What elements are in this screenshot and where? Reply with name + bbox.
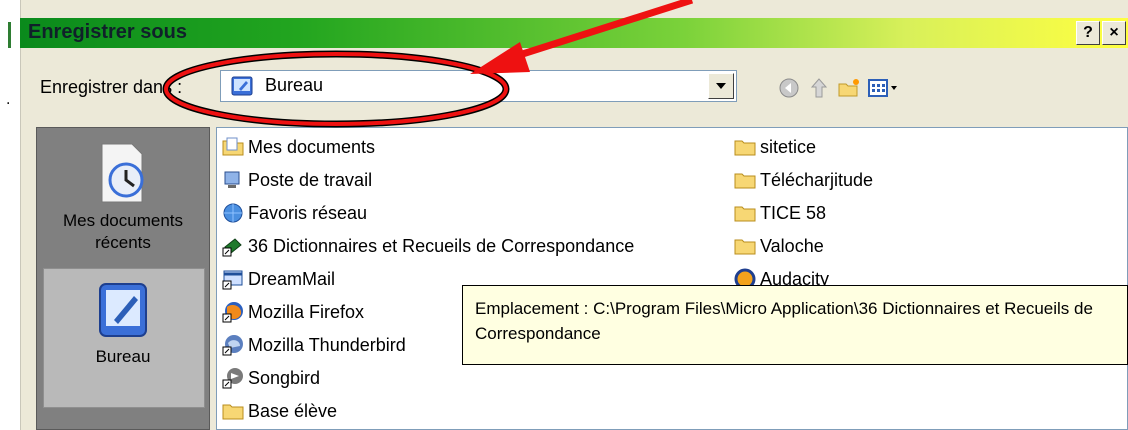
file-name: sitetice bbox=[760, 136, 817, 157]
network-places-icon bbox=[223, 203, 243, 223]
view-menu-icon bbox=[868, 79, 897, 97]
desktop-icon bbox=[231, 76, 253, 96]
file-name: Poste de travail bbox=[248, 169, 373, 190]
songbird-shortcut-icon bbox=[222, 368, 243, 389]
file-item[interactable]: Mozilla Firefox bbox=[222, 298, 364, 326]
file-item[interactable]: Mozilla Thunderbird bbox=[222, 331, 406, 359]
save-in-label: Enregistrer dans : bbox=[40, 77, 183, 97]
folder-icon bbox=[734, 140, 756, 156]
file-name: Télécharjitude bbox=[760, 169, 874, 190]
place-label: Bureau bbox=[95, 347, 151, 366]
file-name: DreamMail bbox=[248, 268, 336, 289]
dialog-title: Enregistrer sous bbox=[28, 21, 187, 43]
file-name: Mes documents bbox=[248, 136, 376, 157]
window-edge-marker bbox=[8, 22, 11, 48]
place-recent-documents[interactable]: Mes documents récents bbox=[37, 140, 209, 254]
folder-icon bbox=[734, 206, 756, 222]
desktop-icon bbox=[99, 283, 147, 337]
new-folder-icon bbox=[838, 79, 859, 97]
new-folder-button[interactable] bbox=[836, 76, 862, 100]
file-item[interactable]: Favoris réseau bbox=[222, 199, 367, 227]
file-item[interactable]: Télécharjitude bbox=[734, 166, 873, 194]
file-item[interactable]: DreamMail bbox=[222, 265, 335, 293]
back-arrow-icon bbox=[779, 78, 799, 98]
view-menu-button[interactable] bbox=[866, 76, 902, 100]
save-in-combobox[interactable]: Bureau bbox=[220, 70, 737, 102]
up-folder-icon bbox=[810, 78, 828, 98]
file-name: TICE 58 bbox=[760, 202, 827, 223]
tooltip-line-2: Correspondance bbox=[475, 324, 601, 343]
folder-icon bbox=[222, 404, 244, 420]
location-tooltip: Emplacement : C:\Program Files\Micro App… bbox=[462, 285, 1128, 365]
file-item[interactable]: TICE 58 bbox=[734, 199, 826, 227]
place-desktop[interactable]: Bureau bbox=[37, 278, 209, 368]
file-name: Songbird bbox=[248, 367, 321, 388]
file-name: Mozilla Firefox bbox=[248, 301, 365, 322]
up-folder-button[interactable] bbox=[806, 76, 832, 100]
dialog-titlebar[interactable]: Enregistrer sous ? × bbox=[20, 18, 1128, 48]
file-name: Mozilla Thunderbird bbox=[248, 334, 406, 355]
dreammail-shortcut-icon bbox=[222, 270, 243, 290]
save-in-value: Bureau bbox=[265, 75, 324, 95]
back-button[interactable] bbox=[776, 76, 802, 100]
file-item[interactable]: Songbird bbox=[222, 364, 320, 392]
dictionary-shortcut-icon bbox=[222, 238, 242, 257]
my-computer-icon bbox=[224, 171, 240, 188]
background-text-fragment: . bbox=[6, 92, 11, 108]
file-name: Favoris réseau bbox=[248, 202, 368, 223]
thunderbird-shortcut-icon bbox=[222, 335, 243, 356]
file-list[interactable]: Mes documents Poste de travail Favoris rés… bbox=[216, 127, 1128, 430]
file-item[interactable]: 36 Dictionnaires et Recueils de Correspo… bbox=[222, 232, 634, 260]
file-item[interactable]: Poste de travail bbox=[222, 166, 372, 194]
folder-icon bbox=[734, 239, 756, 255]
firefox-shortcut-icon bbox=[222, 302, 243, 323]
place-label: Mes documents récents bbox=[63, 211, 183, 252]
folder-icon bbox=[734, 173, 756, 189]
file-name: 36 Dictionnaires et Recueils de Correspo… bbox=[248, 235, 635, 256]
places-bar: Mes documents récents Bureau bbox=[36, 127, 210, 430]
file-item[interactable]: Mes documents bbox=[222, 133, 375, 161]
close-button[interactable]: × bbox=[1102, 21, 1126, 45]
tooltip-line-1: Emplacement : C:\Program Files\Micro App… bbox=[475, 299, 1093, 318]
file-item[interactable]: Valoche bbox=[734, 232, 824, 260]
combobox-dropdown-button[interactable] bbox=[708, 73, 734, 99]
file-name: Valoche bbox=[760, 235, 824, 256]
recent-documents-icon bbox=[101, 143, 144, 203]
file-item[interactable]: sitetice bbox=[734, 133, 816, 161]
file-name: Base élève bbox=[248, 400, 338, 421]
chevron-down-icon bbox=[716, 83, 726, 89]
help-button[interactable]: ? bbox=[1076, 21, 1100, 45]
background-window-strip: . bbox=[0, 0, 21, 430]
my-documents-icon bbox=[222, 137, 244, 156]
file-item[interactable]: Base élève bbox=[222, 397, 337, 425]
